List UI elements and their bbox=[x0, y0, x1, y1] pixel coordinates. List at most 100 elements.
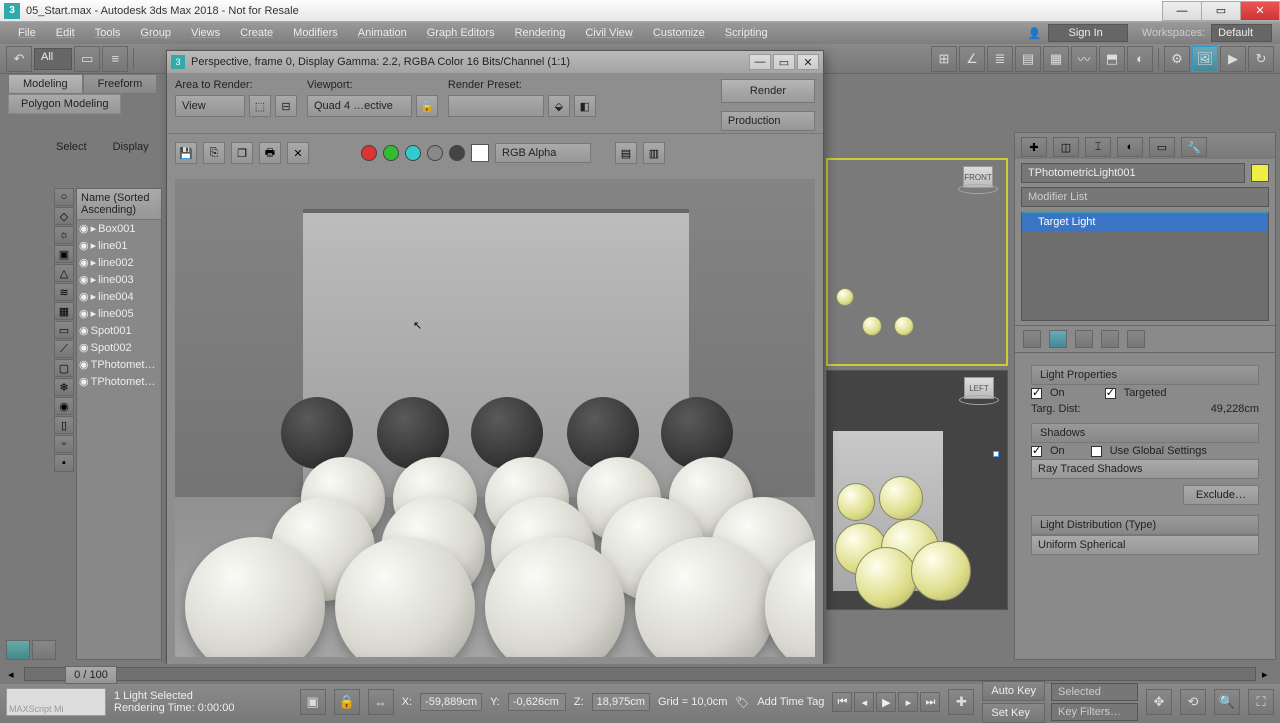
select-icon[interactable]: ▭ bbox=[74, 46, 100, 72]
print-icon[interactable]: 🖶 bbox=[259, 142, 281, 164]
shadow-type-dropdown[interactable]: Ray Traced Shadows bbox=[1031, 459, 1259, 479]
make-unique-icon[interactable] bbox=[1075, 330, 1093, 348]
targeted-checkbox[interactable] bbox=[1105, 388, 1116, 399]
channel-green-icon[interactable] bbox=[383, 145, 399, 161]
toggle-ui-icon[interactable]: ▤ bbox=[615, 142, 637, 164]
menu-tools[interactable]: Tools bbox=[85, 24, 131, 42]
menu-group[interactable]: Group bbox=[130, 24, 181, 42]
list-item[interactable]: ◉▸line005 bbox=[77, 305, 161, 322]
compare-icon[interactable]: ▥ bbox=[643, 142, 665, 164]
select-by-name-icon[interactable]: ≡ bbox=[102, 46, 128, 72]
layout-thumb[interactable] bbox=[32, 640, 56, 660]
render-setup-icon[interactable]: ⚙ bbox=[1164, 46, 1190, 72]
rollout-light-distribution[interactable]: Light Distribution (Type) bbox=[1031, 515, 1259, 535]
auto-region-icon[interactable]: ⊟ bbox=[275, 95, 297, 117]
tab-display-icon[interactable]: ▭ bbox=[1149, 137, 1175, 157]
filter-helpers-icon[interactable]: △ bbox=[54, 264, 74, 282]
minimize-button[interactable]: — bbox=[1162, 1, 1202, 21]
menu-file[interactable]: File bbox=[8, 24, 46, 42]
filter-bone-icon[interactable]: ⟋ bbox=[54, 340, 74, 358]
effects-dialog-icon[interactable]: ◧ bbox=[574, 95, 596, 117]
list-item[interactable]: ◉TPhotometricLight001 bbox=[77, 356, 161, 373]
filter-groups-icon[interactable]: ▦ bbox=[54, 302, 74, 320]
filter-hidden-icon[interactable]: ◉ bbox=[54, 397, 74, 415]
menu-create[interactable]: Create bbox=[230, 24, 283, 42]
layer-explorer-icon[interactable]: ▦ bbox=[1043, 46, 1069, 72]
menu-scripting[interactable]: Scripting bbox=[715, 24, 778, 42]
ribbon-sub-polygon[interactable]: Polygon Modeling bbox=[8, 94, 121, 114]
list-item[interactable]: ◉▸Box001 bbox=[77, 220, 161, 237]
layout-thumb[interactable] bbox=[6, 640, 30, 660]
channel-dropdown[interactable]: RGB Alpha bbox=[495, 143, 591, 163]
env-dialog-icon[interactable]: ⬙ bbox=[548, 95, 570, 117]
list-item[interactable]: ◉Spot001 bbox=[77, 322, 161, 339]
filter-frozen-icon[interactable]: ❄ bbox=[54, 378, 74, 396]
key-mode-icon[interactable]: ✚ bbox=[948, 689, 974, 715]
viewcube[interactable]: FRONT bbox=[956, 166, 1000, 202]
sign-in-dropdown[interactable]: Sign In bbox=[1048, 24, 1128, 42]
render-preset-dropdown[interactable] bbox=[448, 95, 544, 117]
list-item[interactable]: ◉TPhotometricLight002 bbox=[77, 373, 161, 390]
angle-snap-icon[interactable]: ∠ bbox=[959, 46, 985, 72]
channel-mono-icon[interactable] bbox=[449, 145, 465, 161]
channel-red-icon[interactable] bbox=[361, 145, 377, 161]
render-titlebar[interactable]: 3 Perspective, frame 0, Display Gamma: 2… bbox=[167, 51, 823, 73]
add-time-tag[interactable]: Add Time Tag bbox=[757, 696, 824, 708]
viewport-left[interactable]: LEFT bbox=[826, 370, 1008, 610]
remove-modifier-icon[interactable] bbox=[1101, 330, 1119, 348]
coord-x[interactable]: -59,889cm bbox=[420, 693, 482, 711]
isolate-icon[interactable]: ▣ bbox=[300, 689, 326, 715]
background-swatch[interactable] bbox=[471, 144, 489, 162]
modifier-stack-item[interactable]: Target Light bbox=[1022, 213, 1268, 231]
workspaces-dropdown[interactable]: Default bbox=[1211, 24, 1272, 42]
list-item[interactable]: ◉▸line002 bbox=[77, 254, 161, 271]
render-maximize-button[interactable]: ▭ bbox=[773, 54, 795, 70]
menu-modifiers[interactable]: Modifiers bbox=[283, 24, 348, 42]
ribbon-tab-modeling[interactable]: Modeling bbox=[8, 74, 83, 94]
next-frame-icon[interactable]: ▸ bbox=[898, 692, 918, 712]
use-global-checkbox[interactable] bbox=[1091, 446, 1102, 457]
align-icon[interactable]: ≣ bbox=[987, 46, 1013, 72]
maximize-viewport-icon[interactable]: ⛶ bbox=[1248, 689, 1274, 715]
object-color-swatch[interactable] bbox=[1251, 164, 1269, 182]
set-key-button[interactable]: Set Key bbox=[982, 703, 1045, 723]
time-slider-handle[interactable]: 0 / 100 bbox=[65, 666, 117, 684]
channel-alpha-icon[interactable] bbox=[427, 145, 443, 161]
menu-civilview[interactable]: Civil View bbox=[575, 24, 642, 42]
tab-modify-icon[interactable]: ◫ bbox=[1053, 137, 1079, 157]
explorer-tab-display[interactable]: Display bbox=[107, 138, 155, 156]
shadows-on-checkbox[interactable] bbox=[1031, 446, 1042, 457]
render-iterative-icon[interactable]: ↻ bbox=[1248, 46, 1274, 72]
light-gizmo[interactable] bbox=[993, 451, 999, 457]
scene-explorer-header[interactable]: Name (Sorted Ascending) bbox=[77, 189, 161, 220]
ribbon-tab-freeform[interactable]: Freeform bbox=[83, 74, 158, 94]
viewport-dropdown[interactable]: Quad 4 …ective bbox=[307, 95, 412, 117]
menu-views[interactable]: Views bbox=[181, 24, 230, 42]
tab-utilities-icon[interactable]: 🔧 bbox=[1181, 137, 1207, 157]
object-name-input[interactable] bbox=[1021, 163, 1245, 183]
save-image-icon[interactable]: 💾 bbox=[175, 142, 197, 164]
render-button[interactable]: Render bbox=[721, 79, 815, 103]
prev-frame-icon[interactable]: ◂ bbox=[854, 692, 874, 712]
modifier-list-dropdown[interactable]: Modifier List bbox=[1021, 187, 1269, 207]
menu-animation[interactable]: Animation bbox=[348, 24, 417, 42]
list-item[interactable]: ◉▸line004 bbox=[77, 288, 161, 305]
filter-all-icon[interactable]: ▯ bbox=[54, 416, 74, 434]
edit-region-icon[interactable]: ⬚ bbox=[249, 95, 271, 117]
transform-type-in-icon[interactable]: ⇔ bbox=[368, 689, 394, 715]
menu-rendering[interactable]: Rendering bbox=[505, 24, 576, 42]
schematic-view-icon[interactable]: ⬒ bbox=[1099, 46, 1125, 72]
filter-geometry-icon[interactable]: ○ bbox=[54, 188, 74, 206]
filter-cameras-icon[interactable]: ▣ bbox=[54, 245, 74, 263]
render-frame-icon[interactable]: 🖼 bbox=[1192, 46, 1218, 72]
copy-image-icon[interactable]: ⎘ bbox=[203, 142, 225, 164]
undo-icon[interactable]: ↶ bbox=[6, 46, 32, 72]
channel-blue-icon[interactable] bbox=[405, 145, 421, 161]
light-on-checkbox[interactable] bbox=[1031, 388, 1042, 399]
auto-key-button[interactable]: Auto Key bbox=[982, 681, 1045, 701]
filter-invert-icon[interactable]: ▪ bbox=[54, 454, 74, 472]
render-production-icon[interactable]: ▶ bbox=[1220, 46, 1246, 72]
selection-filter-dropdown[interactable]: All bbox=[34, 48, 72, 70]
list-item[interactable]: ◉▸line01 bbox=[77, 237, 161, 254]
goto-start-icon[interactable]: ⏮ bbox=[832, 692, 852, 712]
